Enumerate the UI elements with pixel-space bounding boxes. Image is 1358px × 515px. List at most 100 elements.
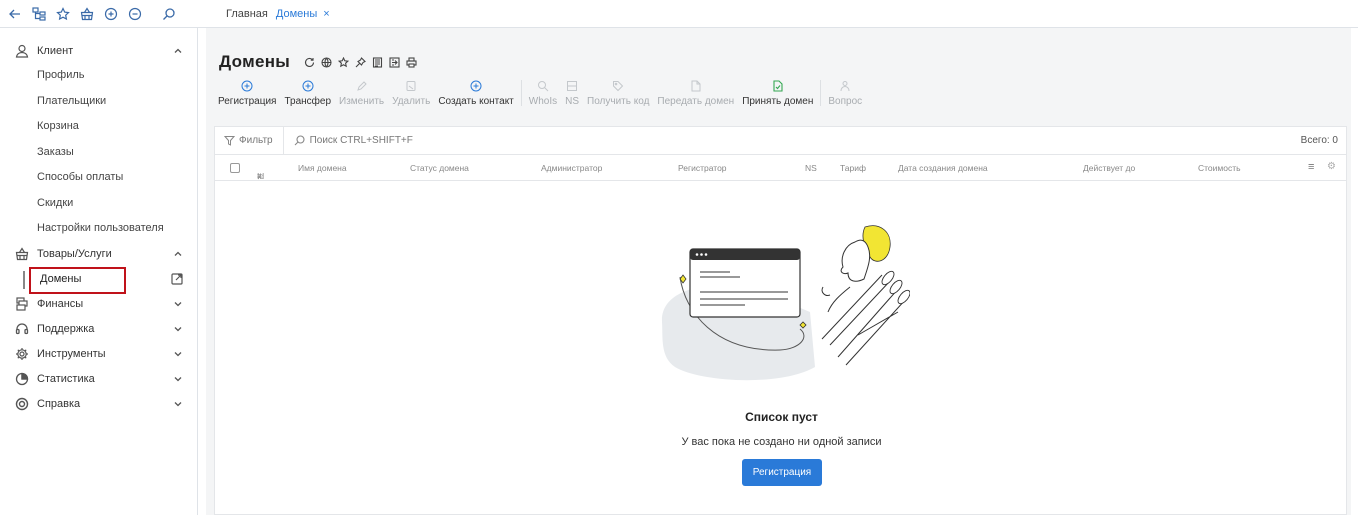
- sidebar-group-tools[interactable]: Инструменты: [0, 342, 197, 367]
- toolbar-divider: [820, 80, 822, 106]
- plus-circle-icon: [470, 80, 482, 92]
- pin-icon[interactable]: [355, 56, 367, 68]
- sidebar-group-label: Статистика: [37, 373, 95, 385]
- plus-circle-icon: [302, 80, 314, 92]
- back-arrow-icon[interactable]: [8, 7, 22, 21]
- sidebar-item-discounts[interactable]: Скидки: [0, 191, 197, 217]
- sidebar-group-label: Товары/Услуги: [37, 248, 112, 260]
- empty-state-register-button[interactable]: Регистрация: [742, 459, 822, 486]
- tab-home[interactable]: Главная: [226, 8, 268, 20]
- column-header-domain-name[interactable]: Имя домена: [298, 163, 347, 173]
- whois-button[interactable]: WhoIs: [525, 80, 561, 107]
- basket-icon[interactable]: [80, 6, 94, 21]
- column-header-ns[interactable]: NS: [805, 163, 817, 173]
- button-label: WhoIs: [528, 96, 558, 107]
- statistics-icon: [15, 372, 29, 386]
- sidebar-item-domains[interactable]: Домены: [0, 266, 197, 294]
- sidebar-group-goods[interactable]: Товары/Услуги: [0, 242, 197, 267]
- print-icon[interactable]: [406, 56, 417, 68]
- column-header-tariff[interactable]: Тариф: [840, 163, 866, 173]
- button-label: Передать домен: [657, 96, 735, 107]
- column-header-valid-until[interactable]: Действует до: [1083, 163, 1135, 173]
- chevron-up-icon: [173, 249, 183, 259]
- sidebar-group-finance[interactable]: Финансы: [0, 292, 197, 317]
- chevron-down-icon: [173, 399, 183, 409]
- star-icon[interactable]: [338, 56, 350, 68]
- toolbar-divider: [520, 80, 522, 106]
- accept-domain-button[interactable]: Принять домен: [738, 80, 817, 107]
- column-header-cost[interactable]: Стоимость: [1198, 163, 1241, 173]
- button-label: Получить код: [587, 96, 650, 107]
- delete-button[interactable]: Удалить: [388, 80, 434, 107]
- button-label: Изменить: [339, 96, 385, 107]
- sidebar-item-orders[interactable]: Заказы: [0, 140, 197, 166]
- star-icon[interactable]: [56, 6, 70, 21]
- column-header-domain-status[interactable]: Статус домена: [410, 163, 469, 173]
- filter-button[interactable]: Фильтр: [215, 126, 284, 155]
- filter-label: Фильтр: [239, 135, 273, 146]
- tag-icon: [612, 80, 624, 92]
- sidebar-group-statistics[interactable]: Статистика: [0, 367, 197, 392]
- sidebar-item-cart[interactable]: Корзина: [0, 114, 197, 140]
- export-icon[interactable]: [389, 56, 400, 68]
- basket-icon: [15, 247, 29, 261]
- register-button[interactable]: Регистрация: [214, 80, 280, 107]
- domains-table-panel: Фильтр Всего: 0 Id ≢ Имя домена Статус д…: [214, 126, 1347, 515]
- tab-domains[interactable]: Домены ×: [276, 8, 330, 20]
- action-toolbar: Регистрация Трансфер Изменить Удалить Со…: [214, 80, 866, 107]
- sidebar-item-profile[interactable]: Профиль: [0, 63, 197, 89]
- chevron-down-icon: [173, 374, 183, 384]
- zoom-out-icon[interactable]: [128, 7, 142, 21]
- question-button[interactable]: Вопрос: [824, 80, 866, 107]
- column-header-registrar[interactable]: Регистратор: [678, 163, 727, 173]
- sidebar-group-label: Финансы: [37, 298, 84, 310]
- document-icon[interactable]: [372, 56, 383, 68]
- sitemap-icon[interactable]: [32, 6, 46, 21]
- plus-circle-icon: [241, 80, 253, 92]
- sidebar-group-label: Инструменты: [37, 348, 106, 360]
- button-label: Создать контакт: [438, 96, 514, 107]
- active-indicator: [23, 270, 25, 289]
- get-code-button[interactable]: Получить код: [583, 80, 653, 107]
- refresh-icon[interactable]: [304, 57, 315, 68]
- transfer-domain-button[interactable]: Передать домен: [653, 80, 738, 107]
- column-header-created-date[interactable]: Дата создания домена: [898, 163, 988, 173]
- search-input[interactable]: [309, 135, 610, 146]
- edit-button[interactable]: Изменить: [335, 80, 388, 107]
- topbar-tools: [0, 6, 198, 21]
- tab-close-icon[interactable]: ×: [323, 8, 329, 20]
- transfer-button[interactable]: Трансфер: [280, 80, 335, 107]
- sidebar-group-label: Клиент: [37, 44, 74, 57]
- search-icon[interactable]: [162, 7, 176, 21]
- button-label: Регистрация: [218, 96, 277, 107]
- filter-icon: [224, 135, 235, 146]
- select-all-checkbox[interactable]: [230, 163, 240, 173]
- globe-icon[interactable]: [321, 56, 332, 68]
- finance-icon: [15, 297, 29, 311]
- button-label: Трансфер: [284, 96, 332, 107]
- columns-menu-icon[interactable]: ≡: [1308, 161, 1314, 173]
- ns-button[interactable]: NS: [561, 80, 583, 107]
- sidebar-group-help[interactable]: Справка: [0, 392, 197, 417]
- button-label: Принять домен: [742, 96, 814, 107]
- sidebar-item-payment-methods[interactable]: Способы оплаты: [0, 165, 197, 191]
- settings-icon[interactable]: ⚙: [1327, 161, 1336, 172]
- header-icons: [304, 56, 417, 68]
- zoom-in-icon[interactable]: [104, 7, 118, 21]
- chevron-down-icon: [173, 324, 183, 334]
- table-header: Id ≢ Имя домена Статус домена Администра…: [215, 155, 1346, 181]
- sidebar-group-support[interactable]: Поддержка: [0, 317, 197, 342]
- filter-bar: Фильтр Всего: 0: [215, 126, 1346, 155]
- pencil-icon: [356, 80, 368, 92]
- button-label: Удалить: [392, 96, 431, 107]
- sidebar: Клиент Профиль Плательщики Корзина Заказ…: [0, 28, 198, 515]
- column-header-admin[interactable]: Администратор: [541, 163, 602, 173]
- search-box: [284, 135, 1301, 146]
- sidebar-group-client[interactable]: Клиент: [0, 38, 197, 63]
- open-external-icon[interactable]: [171, 272, 183, 285]
- sidebar-item-payers[interactable]: Плательщики: [0, 89, 197, 115]
- sidebar-item-user-settings[interactable]: Настройки пользователя: [0, 216, 197, 242]
- create-contact-button[interactable]: Создать контакт: [434, 80, 517, 107]
- chevron-down-icon: [173, 299, 183, 309]
- search-icon: [294, 135, 305, 146]
